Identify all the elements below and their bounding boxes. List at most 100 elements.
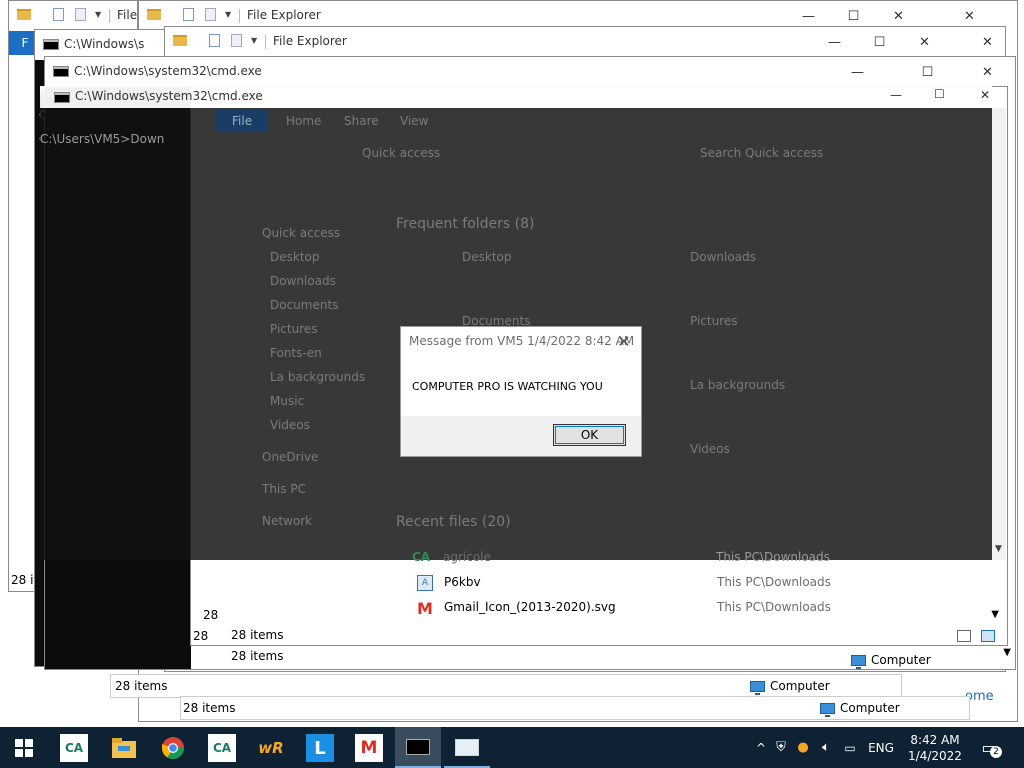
window-title: File Explorer bbox=[247, 8, 321, 22]
cmd-icon bbox=[43, 39, 59, 50]
date-label: 1/4/2022 bbox=[908, 748, 962, 763]
console-prompt: C:\Users\VM5>Down bbox=[40, 132, 165, 146]
language-indicator[interactable]: ENG bbox=[862, 741, 900, 755]
new-folder-icon[interactable] bbox=[75, 8, 86, 21]
chevron-down-icon[interactable]: ▼ bbox=[225, 10, 231, 19]
minimize-button[interactable]: — bbox=[835, 57, 880, 87]
item-count: 28 items bbox=[183, 701, 236, 715]
computer-icon bbox=[820, 702, 835, 717]
ghost-nav-item: OneDrive bbox=[262, 450, 319, 464]
ghost-folder: Desktop bbox=[462, 250, 512, 264]
window-title: C:\Windows\s bbox=[64, 37, 145, 51]
system-tray: ^ ⛨ ● 🔈︎ ▭ ENG 8:42 AM 1/4/2022 ▭ 2 bbox=[752, 727, 1008, 768]
close-button[interactable]: ✕ bbox=[902, 27, 947, 57]
volume-muted-icon[interactable]: 🔈︎ bbox=[814, 740, 838, 755]
wr-icon[interactable]: wR bbox=[257, 734, 285, 762]
ghost-nav-item: Network bbox=[262, 514, 313, 528]
minimize-button[interactable]: — bbox=[890, 88, 902, 102]
gmail-label: M bbox=[360, 738, 378, 758]
ghost-search: Search Quick access bbox=[700, 146, 824, 160]
recent-file-row[interactable]: CA agricole This PC\Downloads bbox=[410, 548, 830, 568]
scroll-down-arrow-icon[interactable]: ▼ bbox=[1003, 647, 1011, 658]
ghost-tab: Share bbox=[344, 114, 379, 128]
notification-count: 2 bbox=[990, 746, 1002, 758]
ghost-nav-item: This PC bbox=[262, 482, 306, 496]
chrome-icon[interactable] bbox=[159, 734, 187, 762]
divider bbox=[239, 9, 240, 23]
title-bar[interactable]: ▼ File bbox=[9, 1, 137, 31]
folder-icon bbox=[17, 9, 31, 20]
warning-icon[interactable]: ● bbox=[792, 740, 814, 755]
notifications-icon[interactable]: ▭ 2 bbox=[970, 738, 1008, 758]
window-icon bbox=[455, 739, 479, 756]
new-folder-icon[interactable] bbox=[231, 34, 242, 47]
chevron-down-icon[interactable]: ▼ bbox=[251, 36, 257, 45]
l-app-icon[interactable]: L bbox=[306, 734, 334, 762]
title-bar[interactable]: ▼ File Explorer — ☐ ✕ ✕ bbox=[165, 27, 1005, 57]
maximize-button[interactable]: ☐ bbox=[905, 57, 950, 87]
status-bar: 28 items bbox=[191, 624, 1007, 645]
computer-label: Computer bbox=[840, 701, 900, 715]
start-icon[interactable] bbox=[10, 734, 38, 762]
ghost-tab: File bbox=[232, 114, 253, 128]
message-dialog[interactable]: Message from VM5 1/4/2022 8:42 AM ✕ COMP… bbox=[400, 326, 642, 457]
details-view-icon[interactable] bbox=[957, 630, 971, 642]
window-title: File bbox=[117, 8, 138, 22]
ghost-section-header: Frequent folders (8) bbox=[396, 216, 535, 232]
properties-icon[interactable] bbox=[183, 8, 194, 21]
agricole-file-icon: CA bbox=[412, 550, 431, 564]
window-title: File Explorer bbox=[273, 34, 347, 48]
computer-icon bbox=[750, 680, 765, 695]
file-explorer-icon[interactable] bbox=[110, 734, 138, 762]
explorer-window-taskbar-button[interactable] bbox=[444, 727, 490, 768]
close-button[interactable]: ✕ bbox=[965, 57, 1010, 87]
scroll-down-arrow-icon[interactable]: ▼ bbox=[995, 544, 1002, 554]
cmd-icon bbox=[406, 739, 430, 755]
gmail-icon[interactable]: M bbox=[355, 734, 383, 762]
credit-agricole-icon[interactable]: CA bbox=[60, 734, 88, 762]
file-location: This PC\Downloads bbox=[716, 550, 830, 564]
ghost-nav-item: Videos bbox=[270, 418, 310, 432]
recent-file-row[interactable]: A P6kbv This PC\Downloads bbox=[411, 572, 971, 594]
tiles-view-icon[interactable] bbox=[981, 630, 995, 642]
clock[interactable]: 8:42 AM 1/4/2022 bbox=[900, 732, 970, 764]
new-folder-icon[interactable] bbox=[205, 8, 216, 21]
minimize-button[interactable]: — bbox=[812, 27, 857, 57]
dialog-message: COMPUTER PRO IS WATCHING YOU bbox=[412, 380, 603, 393]
maximize-button[interactable]: ☐ bbox=[934, 87, 945, 101]
chevron-up-icon[interactable]: ^ bbox=[752, 741, 770, 755]
vbs-file-icon: A bbox=[417, 575, 433, 591]
ghost-nav-item: Music bbox=[270, 394, 305, 408]
folder-icon bbox=[173, 35, 187, 46]
recent-file-row[interactable]: M Gmail_Icon_(2013-2020).svg This PC\Dow… bbox=[411, 597, 971, 619]
computer-icon bbox=[851, 654, 866, 669]
close-icon[interactable]: ✕ bbox=[613, 330, 635, 352]
item-count: 28 items bbox=[231, 649, 284, 663]
ca-label: CA bbox=[212, 741, 232, 755]
ghost-folder: Pictures bbox=[690, 314, 738, 328]
close-button[interactable]: ✕ bbox=[980, 88, 990, 102]
time-label: 8:42 AM bbox=[910, 732, 960, 747]
credit-agricole-icon-2[interactable]: CA bbox=[208, 734, 236, 762]
network-icon[interactable]: ▭ bbox=[838, 741, 862, 755]
ghost-section-header: Recent files (20) bbox=[396, 514, 511, 530]
file-location: This PC\Downloads bbox=[717, 575, 831, 589]
title-bar[interactable]: C:\Windows\system32\cmd.exe — ☐ ✕ bbox=[40, 86, 992, 108]
scroll-down-arrow-icon[interactable]: ▼ bbox=[991, 609, 999, 620]
close-button-outer[interactable]: ✕ bbox=[965, 27, 1005, 57]
properties-icon[interactable] bbox=[53, 8, 64, 21]
title-bar[interactable]: C:\Windows\system32\cmd.exe — ☐ ✕ bbox=[45, 57, 1015, 87]
cmd-window-front[interactable]: C:\Windows\system32\cmd.exe — ☐ ✕ C:\Use… bbox=[40, 86, 1006, 560]
ok-button[interactable]: OK bbox=[553, 424, 626, 446]
ghost-folder: Videos bbox=[690, 442, 730, 456]
gmail-file-icon: M bbox=[417, 599, 433, 618]
item-count-partial: 28 bbox=[203, 608, 219, 622]
security-icon[interactable]: ⛨ bbox=[770, 740, 792, 755]
chevron-down-icon[interactable]: ▼ bbox=[95, 10, 101, 19]
status-computer: Computer bbox=[750, 679, 830, 695]
cmd-taskbar-button[interactable] bbox=[395, 727, 441, 768]
scrollbar[interactable] bbox=[992, 108, 1006, 560]
wr-label: wR bbox=[258, 739, 284, 757]
properties-icon[interactable] bbox=[209, 34, 220, 47]
maximize-button[interactable]: ☐ bbox=[857, 27, 902, 57]
